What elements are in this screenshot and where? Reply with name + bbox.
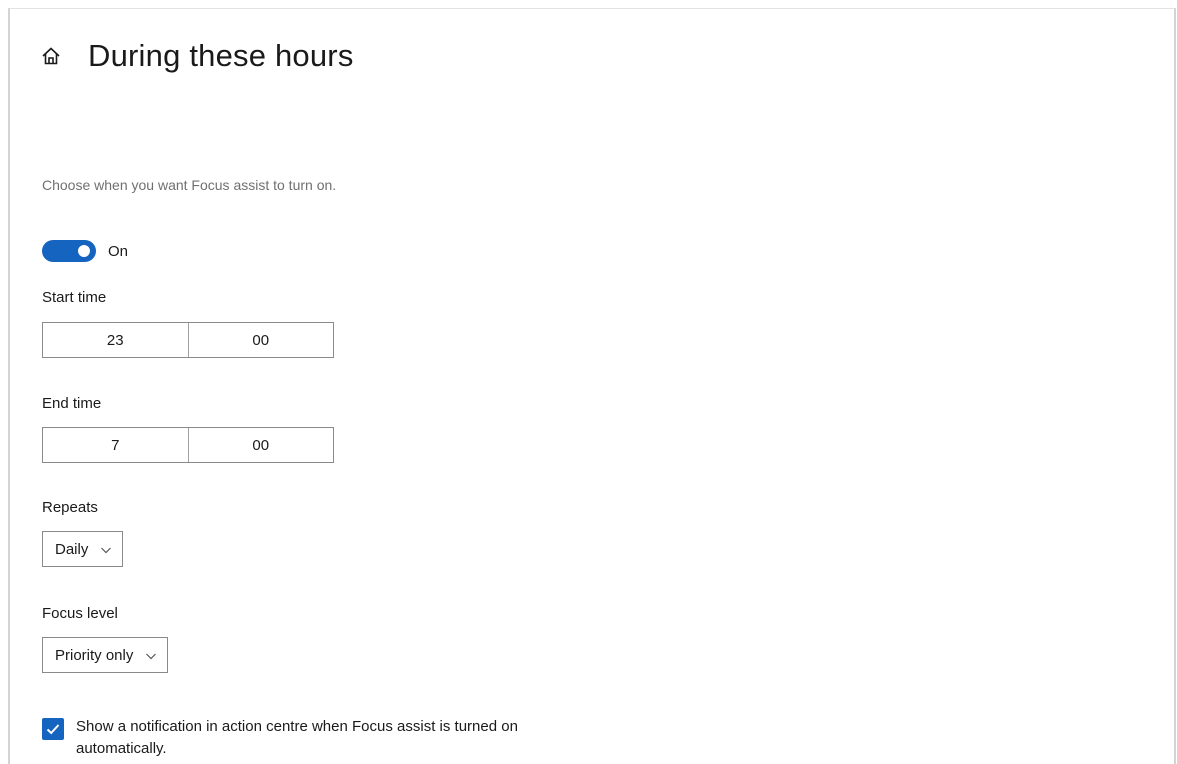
chevron-down-icon: [145, 649, 157, 661]
focus-level-dropdown[interactable]: Priority only: [42, 637, 169, 673]
page-title: During these hours: [88, 38, 354, 73]
repeats-label: Repeats: [42, 499, 98, 516]
start-time-hour[interactable]: 23: [43, 323, 188, 357]
home-icon[interactable]: [40, 45, 62, 67]
focus-level-label: Focus level: [42, 605, 118, 622]
focus-level-selected-value: Priority only: [55, 646, 134, 664]
end-time-minute[interactable]: 00: [187, 428, 334, 462]
end-time-label: End time: [42, 395, 102, 412]
checkmark-icon: [46, 724, 60, 735]
notification-checkbox-label[interactable]: Show a notification in action centre whe…: [76, 716, 596, 760]
page-header: During these hours: [40, 38, 354, 74]
start-time-minute[interactable]: 00: [187, 323, 334, 357]
start-time-picker[interactable]: 23 00: [42, 322, 334, 358]
section-description: Choose when you want Focus assist to tur…: [42, 177, 337, 193]
focus-assist-toggle-row: On: [42, 240, 128, 262]
toggle-state-label: On: [108, 242, 129, 260]
start-time-label: Start time: [42, 289, 107, 306]
settings-panel: [8, 8, 1176, 764]
chevron-down-icon: [100, 543, 112, 555]
notification-checkbox-row: Show a notification in action centre whe…: [42, 716, 596, 760]
end-time-hour[interactable]: 7: [43, 428, 188, 462]
notification-checkbox[interactable]: [42, 718, 64, 740]
focus-assist-toggle[interactable]: [42, 240, 96, 262]
repeats-selected-value: Daily: [55, 540, 89, 558]
toggle-knob: [78, 245, 90, 257]
end-time-picker[interactable]: 7 00: [42, 427, 334, 463]
repeats-dropdown[interactable]: Daily: [42, 531, 124, 567]
